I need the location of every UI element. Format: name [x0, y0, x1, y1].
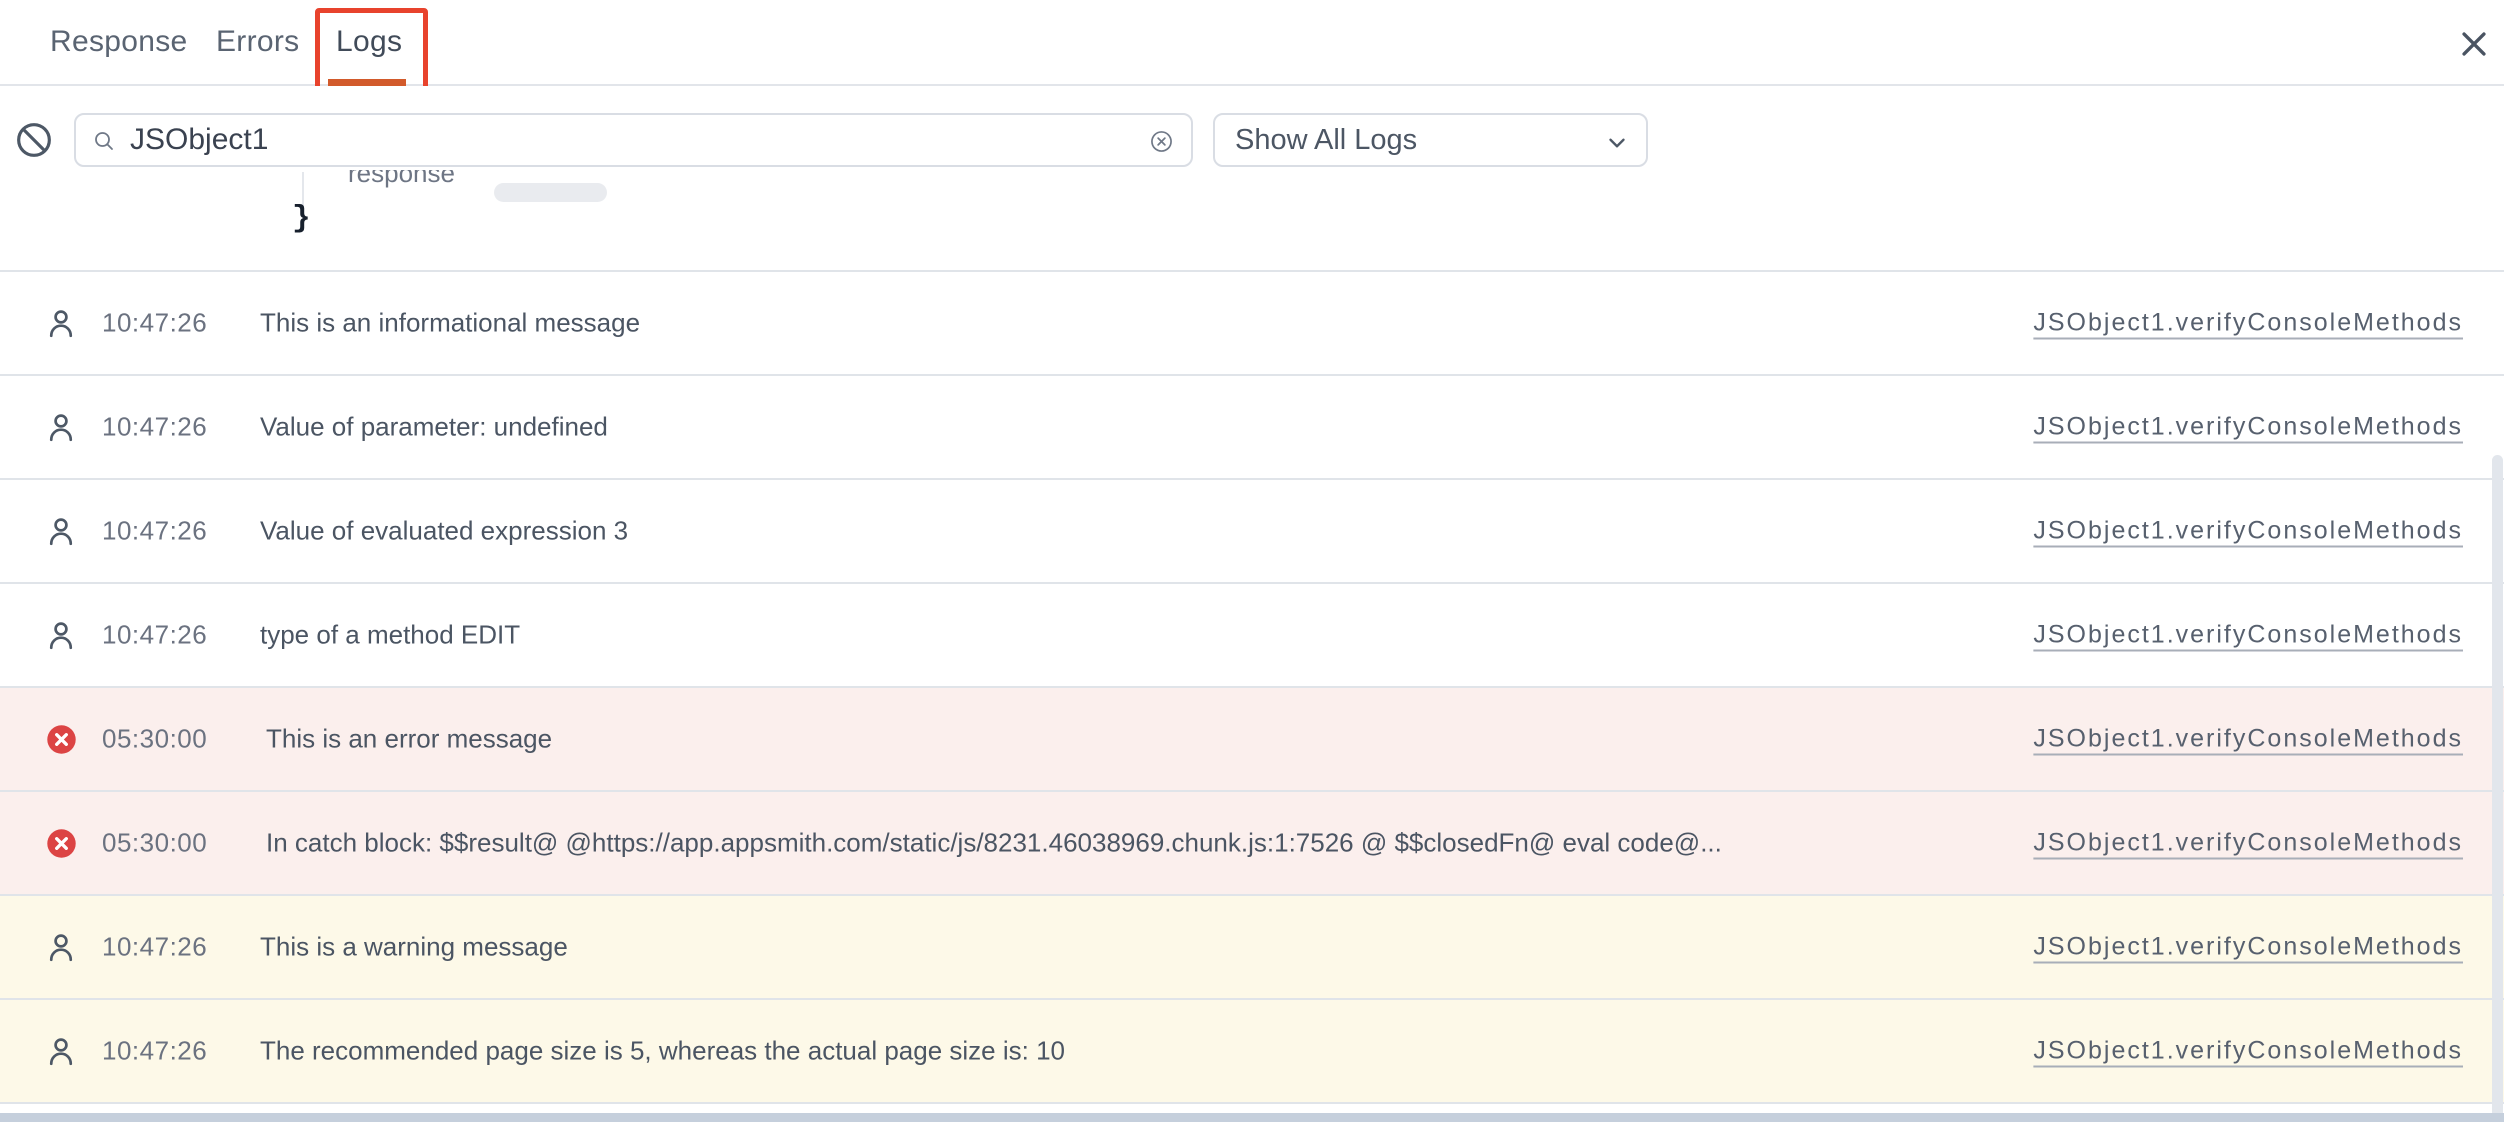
- log-message: This is a warning message: [260, 932, 568, 963]
- log-message: Value of parameter: undefined: [260, 412, 608, 443]
- log-row[interactable]: 10:47:26 This is an informational messag…: [0, 272, 2504, 376]
- vertical-scrollbar-thumb[interactable]: [2492, 455, 2503, 1122]
- log-message: Value of evaluated expression 3: [260, 516, 628, 547]
- log-timestamp: 10:47:26: [102, 1036, 207, 1067]
- active-tab-underline: [328, 79, 406, 86]
- log-timestamp: 10:47:26: [102, 412, 207, 443]
- user-icon: [42, 616, 80, 654]
- log-timestamp: 10:47:26: [102, 308, 207, 339]
- debugger-header: Response Errors Logs: [0, 0, 2504, 86]
- clear-logs-button[interactable]: [14, 120, 54, 160]
- log-row[interactable]: 10:47:26 Value of evaluated expression 3…: [0, 480, 2504, 584]
- log-row[interactable]: 05:30:00 In catch block: $$result@ @http…: [0, 792, 2504, 896]
- log-source-link[interactable]: JSObject1.verifyConsoleMethods: [2033, 621, 2463, 650]
- log-timestamp: 10:47:26: [102, 932, 207, 963]
- tab-response[interactable]: Response: [50, 0, 188, 84]
- value-skeleton-pill: [494, 183, 607, 202]
- log-row[interactable]: 10:47:26 This is a warning message JSObj…: [0, 896, 2504, 1000]
- log-timestamp: 05:30:00: [102, 828, 207, 859]
- log-source-link[interactable]: JSObject1.verifyConsoleMethods: [2033, 829, 2463, 858]
- log-row[interactable]: 10:47:26 The recommended page size is 5,…: [0, 1000, 2504, 1104]
- user-icon: [42, 304, 80, 342]
- horizontal-scrollbar[interactable]: [0, 1113, 2504, 1122]
- log-row[interactable]: 10:47:26 Value of parameter: undefined J…: [0, 376, 2504, 480]
- log-source-link[interactable]: JSObject1.verifyConsoleMethods: [2033, 413, 2463, 442]
- log-timestamp: 05:30:00: [102, 724, 207, 755]
- error-icon: [42, 720, 80, 758]
- log-message: In catch block: $$result@ @https://app.a…: [266, 828, 1722, 859]
- log-message: type of a method EDIT: [260, 620, 520, 651]
- expanded-log-key: response: [348, 170, 508, 192]
- close-icon: [2457, 27, 2491, 61]
- log-message: This is an informational message: [260, 308, 640, 339]
- log-source-link[interactable]: JSObject1.verifyConsoleMethods: [2033, 725, 2463, 754]
- log-search-box: [74, 113, 1193, 167]
- user-icon: [42, 928, 80, 966]
- clear-search-icon[interactable]: [1148, 128, 1175, 155]
- chevron-down-icon: [1604, 130, 1630, 156]
- log-filter-dropdown[interactable]: Show All Logs: [1213, 113, 1648, 167]
- closing-brace: }: [292, 201, 311, 236]
- search-input[interactable]: [130, 117, 1180, 163]
- log-list: 10:47:26 This is an informational messag…: [0, 270, 2504, 1104]
- log-message: The recommended page size is 5, whereas …: [260, 1036, 1065, 1067]
- log-message: This is an error message: [266, 724, 552, 755]
- log-source-link[interactable]: JSObject1.verifyConsoleMethods: [2033, 309, 2463, 338]
- user-icon: [42, 1032, 80, 1070]
- log-row[interactable]: 05:30:00 This is an error message JSObje…: [0, 688, 2504, 792]
- error-icon: [42, 824, 80, 862]
- user-icon: [42, 512, 80, 550]
- log-source-link[interactable]: JSObject1.verifyConsoleMethods: [2033, 1037, 2463, 1066]
- log-row[interactable]: 10:47:26 type of a method EDIT JSObject1…: [0, 584, 2504, 688]
- tab-errors[interactable]: Errors: [216, 0, 299, 84]
- ban-icon: [14, 120, 54, 160]
- log-source-link[interactable]: JSObject1.verifyConsoleMethods: [2033, 933, 2463, 962]
- log-filter-selected-value: Show All Logs: [1235, 124, 1417, 157]
- tab-logs[interactable]: Logs: [336, 0, 402, 84]
- user-icon: [42, 408, 80, 446]
- log-timestamp: 10:47:26: [102, 516, 207, 547]
- expanded-log-remnant: response }: [0, 170, 2504, 270]
- search-icon: [92, 129, 116, 153]
- log-timestamp: 10:47:26: [102, 620, 207, 651]
- log-source-link[interactable]: JSObject1.verifyConsoleMethods: [2033, 517, 2463, 546]
- close-button[interactable]: [2448, 18, 2500, 70]
